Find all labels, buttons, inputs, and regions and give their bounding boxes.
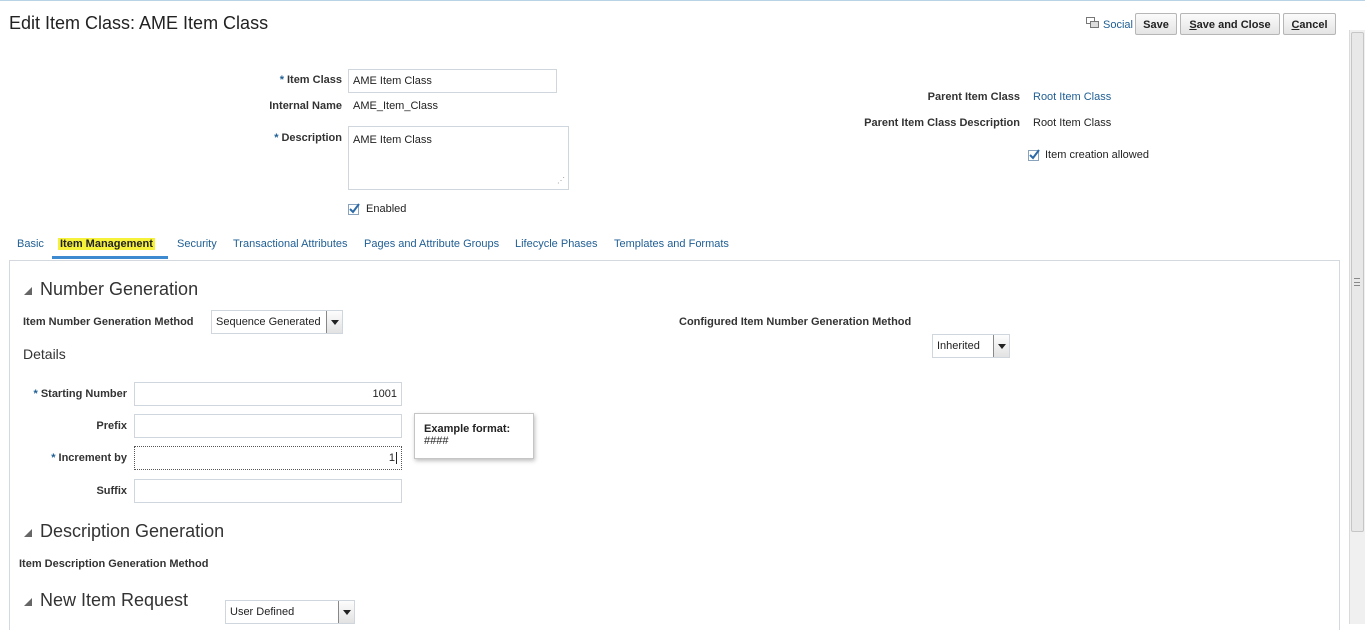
dropdown-arrow-icon[interactable] [993,335,1009,357]
prefix-input[interactable] [134,414,402,438]
parent-item-class-description-label: Parent Item Class Description [864,117,1020,129]
save-button[interactable]: Save [1135,13,1177,35]
dropdown-arrow-icon[interactable] [338,601,354,623]
configured-item-number-generation-method-select[interactable]: Inherited [932,334,1010,358]
configured-item-number-generation-method-label: Configured Item Number Generation Method [679,316,912,328]
starting-number-input[interactable]: 1001 [134,382,402,406]
active-tab-indicator [52,256,168,259]
item-class-input[interactable]: AME Item Class [348,69,557,93]
social-icon [1086,17,1100,32]
social-label: Social [1103,18,1133,31]
item-number-generation-method-label: Item Number Generation Method [23,316,194,328]
enabled-checkbox[interactable] [348,202,360,215]
collapse-triangle-icon[interactable] [24,286,32,295]
new-item-request-title: New Item Request [40,590,189,610]
tab-security[interactable]: Security [177,238,217,250]
number-generation-title: Number Generation [40,279,199,299]
social-link[interactable]: Social [1086,17,1133,32]
description-generation-header[interactable]: Description Generation [24,521,224,542]
cancel-button[interactable]: Cancel [1283,13,1336,35]
collapse-triangle-icon[interactable] [24,528,32,537]
internal-name-label: Internal Name [269,100,342,112]
parent-item-class-description-value: Root Item Class [1033,117,1112,129]
enabled-label: Enabled [366,203,407,215]
increment-by-input[interactable]: 1 [134,446,402,470]
item-description-generation-method-value: User Defined [230,606,295,618]
parent-item-class-label: Parent Item Class [927,91,1020,103]
suffix-label: Suffix [96,485,127,497]
item-number-generation-method-select[interactable]: Sequence Generated [211,310,343,334]
description-textarea[interactable]: AME Item Class ⋰ [348,126,569,190]
resize-handle-icon[interactable]: ⋰ [557,174,565,188]
text-cursor [396,452,397,464]
item-creation-allowed-checkbox[interactable] [1028,148,1040,161]
details-subheader: Details [23,346,66,362]
tab-transactional-attributes[interactable]: Transactional Attributes [233,238,348,250]
page-title: Edit Item Class: AME Item Class [9,13,269,33]
new-item-request-header[interactable]: New Item Request [24,590,188,611]
item-creation-allowed-label: Item creation allowed [1045,149,1149,161]
description-generation-title: Description Generation [40,521,225,541]
top-border [0,0,1365,1]
dropdown-arrow-icon[interactable] [326,311,342,333]
tab-templates-and-formats[interactable]: Templates and Formats [614,238,729,250]
save-and-close-button[interactable]: Save and Close [1180,13,1280,35]
suffix-input[interactable] [134,479,402,503]
item-number-generation-method-value: Sequence Generated [216,316,321,328]
tab-basic[interactable]: Basic [17,238,44,250]
tab-lifecycle-phases[interactable]: Lifecycle Phases [515,238,598,250]
tab-content-panel [9,260,1340,630]
number-generation-header[interactable]: Number Generation [24,279,198,300]
description-label: * Description [274,132,342,144]
prefix-label: Prefix [96,420,127,432]
example-format-tooltip: Example format: #### [414,413,534,459]
item-creation-allowed-row[interactable]: Item creation allowed [1028,148,1149,161]
tooltip-text: #### [424,435,449,447]
tooltip-title: Example format: [424,423,511,435]
item-description-generation-method-select[interactable]: User Defined [225,600,355,624]
description-value: AME Item Class [353,134,432,146]
increment-by-value: 1 [388,452,395,464]
parent-item-class-link[interactable]: Root Item Class [1033,91,1111,103]
internal-name-value: AME_Item_Class [353,100,438,112]
tab-item-management[interactable]: Item Management [58,238,155,250]
collapse-triangle-icon[interactable] [24,597,32,606]
increment-by-label: * Increment by [51,452,127,464]
starting-number-label: * Starting Number [33,388,127,400]
item-description-generation-method-label: Item Description Generation Method [19,558,209,570]
scrollbar-grip-icon [1354,278,1360,286]
tab-pages-and-attribute-groups[interactable]: Pages and Attribute Groups [364,238,499,250]
item-class-label: * Item Class [279,74,342,86]
configured-item-number-generation-method-value: Inherited [937,340,980,352]
enabled-checkbox-row[interactable]: Enabled [348,202,407,215]
